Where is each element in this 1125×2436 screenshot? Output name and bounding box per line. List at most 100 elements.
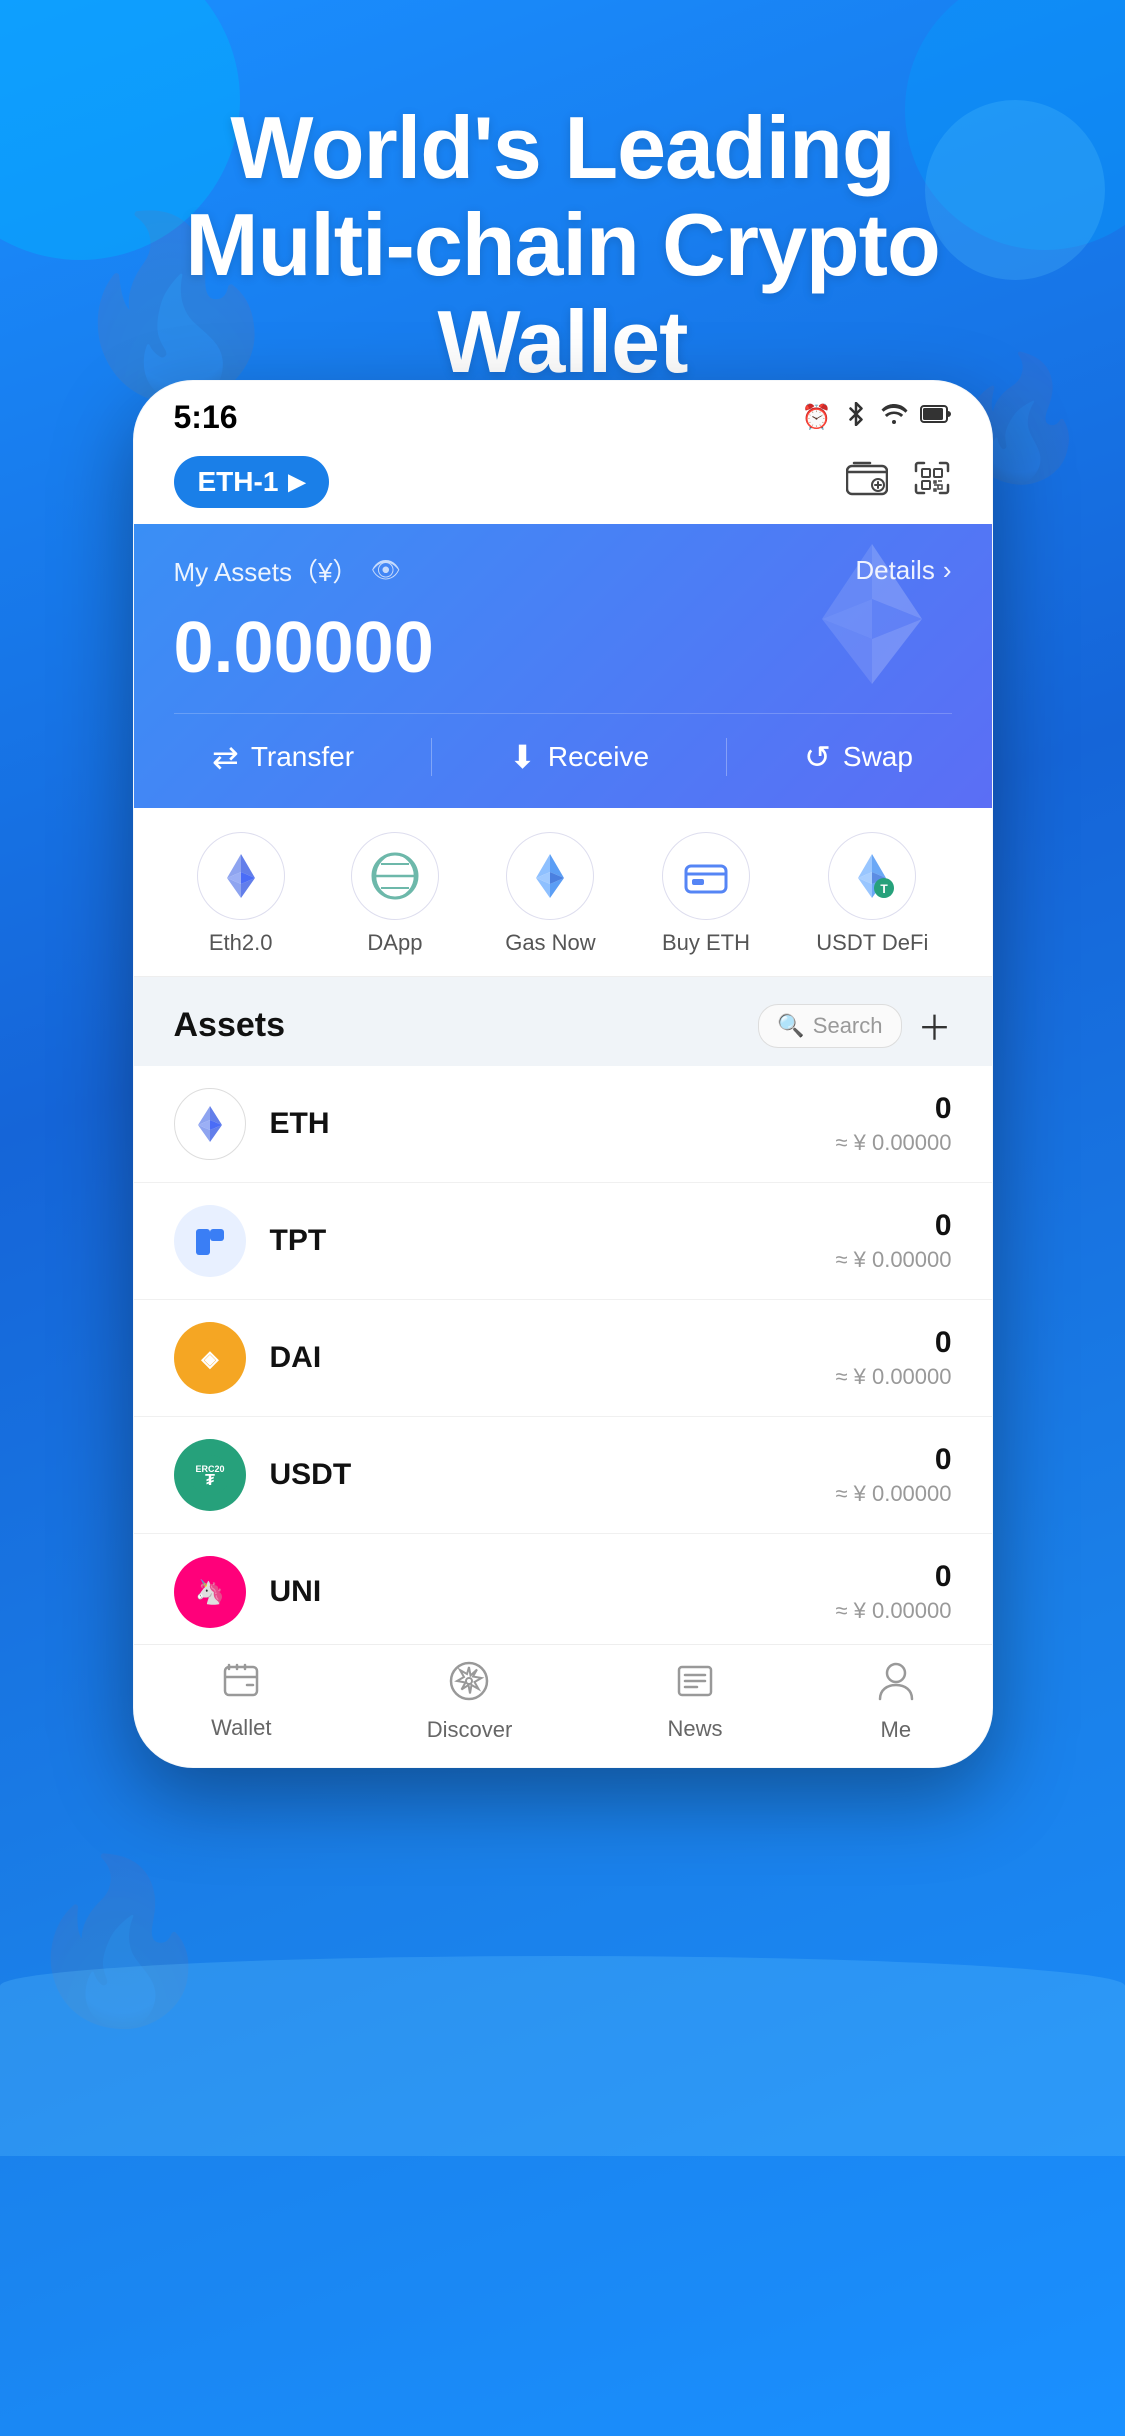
token-eth-left: ETH bbox=[174, 1088, 330, 1160]
token-item-uni[interactable]: 🦄 UNI 0 ≈ ¥ 0.00000 bbox=[134, 1534, 992, 1651]
dapp-icon-wrap bbox=[351, 832, 439, 920]
usdt-token-name: USDT bbox=[270, 1458, 352, 1492]
receive-label: Receive bbox=[548, 741, 649, 773]
network-badge[interactable]: ETH-1 ▶ bbox=[174, 456, 330, 508]
uni-token-values: 0 ≈ ¥ 0.00000 bbox=[835, 1560, 951, 1624]
tpt-token-name: TPT bbox=[270, 1224, 327, 1258]
usdtdefi-label: USDT DeFi bbox=[816, 930, 928, 956]
assets-section-title: Assets bbox=[174, 1006, 286, 1045]
dai-token-icon: ◈ bbox=[174, 1322, 246, 1394]
quick-actions: Eth2.0 DApp bbox=[134, 808, 992, 977]
swap-button[interactable]: ↺ Swap bbox=[804, 738, 913, 776]
phone-mockup: 5:16 ⏰ ETH-1 bbox=[133, 380, 993, 1768]
token-item-eth[interactable]: ETH 0 ≈ ¥ 0.00000 bbox=[134, 1066, 992, 1183]
action-divider-1 bbox=[431, 738, 432, 776]
svg-text:T: T bbox=[881, 882, 889, 896]
quick-item-buyeth[interactable]: Buy ETH bbox=[662, 832, 750, 956]
quick-item-eth2[interactable]: Eth2.0 bbox=[197, 832, 285, 956]
eye-icon[interactable]: 👁 bbox=[370, 556, 400, 585]
usdt-token-icon: ERC20 ₮ bbox=[174, 1439, 246, 1511]
assets-label: My Assets（¥） 👁 bbox=[174, 552, 401, 589]
token-dai-left: ◈ DAI bbox=[174, 1322, 322, 1394]
dai-balance: 0 bbox=[835, 1326, 951, 1360]
receive-button[interactable]: ⬇ Receive bbox=[509, 738, 649, 776]
tpt-balance: 0 bbox=[835, 1209, 951, 1243]
eth-token-values: 0 ≈ ¥ 0.00000 bbox=[835, 1092, 951, 1156]
usdt-value: ≈ ¥ 0.00000 bbox=[835, 1481, 951, 1507]
status-time: 5:16 bbox=[174, 399, 238, 436]
eth-value: ≈ ¥ 0.00000 bbox=[835, 1130, 951, 1156]
wallet-nav-label: Wallet bbox=[211, 1715, 271, 1741]
status-icons: ⏰ bbox=[802, 402, 952, 433]
gasnow-icon-wrap bbox=[506, 832, 594, 920]
nav-item-discover[interactable]: Discover bbox=[427, 1661, 513, 1743]
transfer-label: Transfer bbox=[251, 741, 354, 773]
eth-token-icon bbox=[174, 1088, 246, 1160]
tpt-token-icon bbox=[174, 1205, 246, 1277]
token-item-dai[interactable]: ◈ DAI 0 ≈ ¥ 0.00000 bbox=[134, 1300, 992, 1417]
nav-item-wallet[interactable]: Wallet bbox=[211, 1663, 271, 1741]
news-icon bbox=[676, 1662, 714, 1710]
quick-item-usdtdefi[interactable]: T USDT DeFi bbox=[816, 832, 928, 956]
usdtdefi-icon-wrap: T bbox=[828, 832, 916, 920]
dai-token-name: DAI bbox=[270, 1341, 322, 1375]
token-item-tpt[interactable]: TPT 0 ≈ ¥ 0.00000 bbox=[134, 1183, 992, 1300]
wallet-icon bbox=[221, 1663, 261, 1709]
buyeth-icon-wrap bbox=[662, 832, 750, 920]
usdt-token-values: 0 ≈ ¥ 0.00000 bbox=[835, 1443, 951, 1507]
bg-wave bbox=[0, 1956, 1125, 2156]
gasnow-label: Gas Now bbox=[505, 930, 595, 956]
top-nav: ETH-1 ▶ bbox=[134, 446, 992, 524]
transfer-icon: ⇄ bbox=[212, 738, 239, 776]
bluetooth-icon bbox=[844, 402, 868, 433]
svg-text:◈: ◈ bbox=[200, 1346, 219, 1371]
scan-icon[interactable] bbox=[912, 459, 952, 506]
uni-balance: 0 bbox=[835, 1560, 951, 1594]
dai-token-values: 0 ≈ ¥ 0.00000 bbox=[835, 1326, 951, 1390]
discover-nav-label: Discover bbox=[427, 1717, 513, 1743]
assets-search-wrap: 🔍 Search ＋ bbox=[758, 1001, 951, 1050]
network-arrow-icon: ▶ bbox=[288, 469, 305, 495]
dapp-label: DApp bbox=[367, 930, 422, 956]
assets-actions: ⇄ Transfer ⬇ Receive ↺ Swap bbox=[174, 713, 952, 776]
tpt-value: ≈ ¥ 0.00000 bbox=[835, 1247, 951, 1273]
alarm-icon: ⏰ bbox=[802, 403, 832, 432]
uni-value: ≈ ¥ 0.00000 bbox=[835, 1598, 951, 1624]
tpt-token-values: 0 ≈ ¥ 0.00000 bbox=[835, 1209, 951, 1273]
token-uni-left: 🦄 UNI bbox=[174, 1556, 322, 1628]
eth2-icon-wrap bbox=[197, 832, 285, 920]
action-divider-2 bbox=[726, 738, 727, 776]
me-nav-label: Me bbox=[881, 1717, 912, 1743]
token-usdt-left: ERC20 ₮ USDT bbox=[174, 1439, 352, 1511]
nav-item-news[interactable]: News bbox=[668, 1662, 723, 1742]
receive-icon: ⬇ bbox=[509, 738, 536, 776]
search-box[interactable]: 🔍 Search bbox=[758, 1004, 901, 1048]
buyeth-label: Buy ETH bbox=[662, 930, 750, 956]
wallet-add-icon[interactable] bbox=[846, 459, 888, 506]
eth-balance: 0 bbox=[835, 1092, 951, 1126]
eth-token-name: ETH bbox=[270, 1107, 330, 1141]
uni-token-name: UNI bbox=[270, 1575, 322, 1609]
network-label: ETH-1 bbox=[198, 466, 279, 498]
transfer-button[interactable]: ⇄ Transfer bbox=[212, 738, 354, 776]
uni-token-icon: 🦄 bbox=[174, 1556, 246, 1628]
add-token-button[interactable]: ＋ bbox=[918, 1001, 952, 1050]
nav-action-icons bbox=[846, 459, 952, 506]
news-nav-label: News bbox=[668, 1716, 723, 1742]
quick-item-gasnow[interactable]: Gas Now bbox=[505, 832, 595, 956]
svg-text:₮: ₮ bbox=[205, 1472, 215, 1489]
hero-section: World's Leading Multi-chain Crypto Walle… bbox=[0, 100, 1125, 390]
token-item-usdt[interactable]: ERC20 ₮ USDT 0 ≈ ¥ 0.00000 bbox=[134, 1417, 992, 1534]
assets-section-header: Assets 🔍 Search ＋ bbox=[134, 977, 992, 1066]
swap-label: Swap bbox=[843, 741, 913, 773]
usdt-balance: 0 bbox=[835, 1443, 951, 1477]
me-icon bbox=[878, 1661, 914, 1711]
dai-value: ≈ ¥ 0.00000 bbox=[835, 1364, 951, 1390]
discover-icon bbox=[449, 1661, 489, 1711]
swap-icon: ↺ bbox=[804, 738, 831, 776]
eth-bg-decoration bbox=[792, 534, 952, 722]
eth2-label: Eth2.0 bbox=[209, 930, 273, 956]
search-icon: 🔍 bbox=[777, 1013, 804, 1039]
nav-item-me[interactable]: Me bbox=[878, 1661, 914, 1743]
quick-item-dapp[interactable]: DApp bbox=[351, 832, 439, 956]
